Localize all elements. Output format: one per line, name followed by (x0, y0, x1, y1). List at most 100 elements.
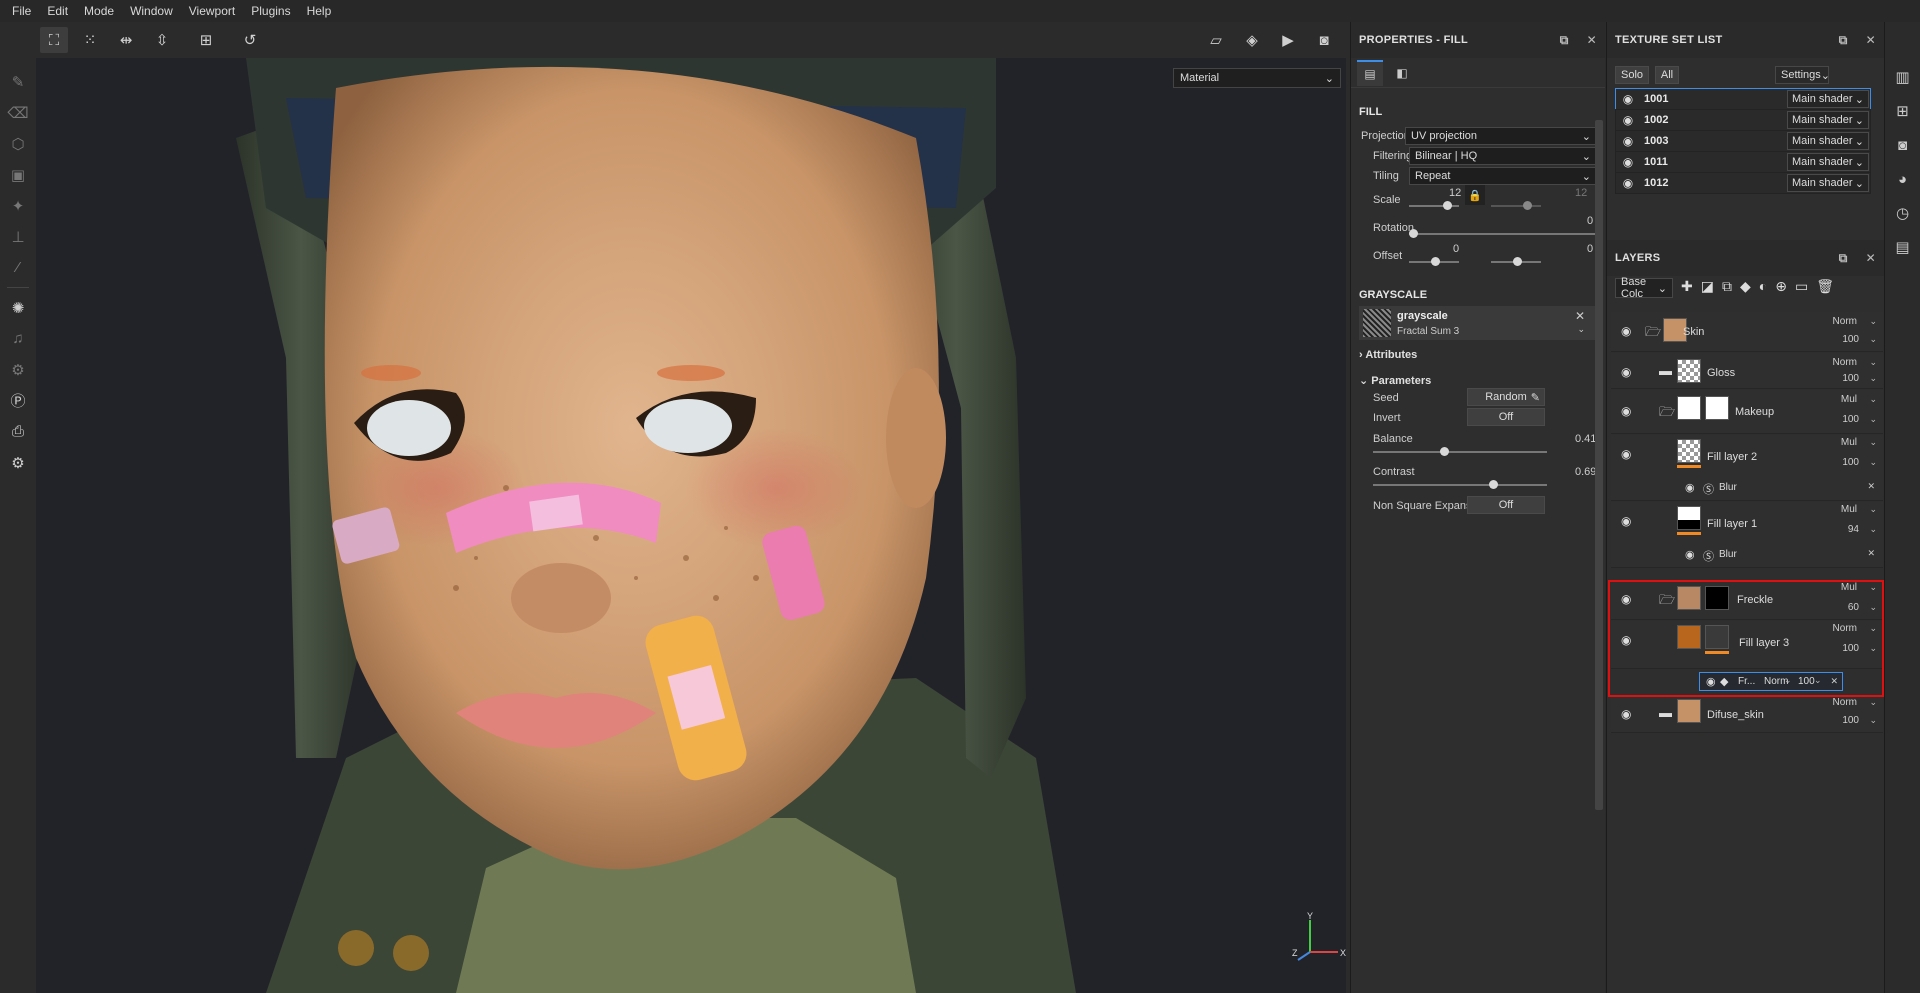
material-mode-select[interactable]: Material ⌄ (1173, 68, 1341, 88)
polygon-fill-icon[interactable]: ▣ (3, 159, 33, 190)
texture-set-row[interactable]: ◉ 1012 Main shader ⌄ (1615, 172, 1871, 194)
tiling-dropdown[interactable]: Repeat ⌄ (1409, 167, 1597, 185)
grayscale-resource[interactable]: grayscale Fractal Sum 3 ✕ ⌄ (1359, 306, 1595, 340)
add-generator-icon[interactable]: ⊕ (1775, 278, 1787, 295)
visibility-icon[interactable]: ◉ (1616, 155, 1640, 169)
folder-open-icon[interactable]: 🗁 (1659, 403, 1675, 425)
effect-visibility-icon[interactable]: ◉ (1685, 481, 1695, 494)
layer-opacity[interactable]: 100 (1842, 373, 1859, 384)
non-square-toggle[interactable]: Off (1467, 496, 1545, 514)
view-2d-icon[interactable]: ▱ (1202, 27, 1230, 53)
undock-icon[interactable]: ⧉ (1560, 33, 1569, 48)
add-effect-icon[interactable]: ✚ (1681, 278, 1693, 295)
layer-opacity[interactable]: 100 (1842, 457, 1859, 468)
layer-row-gloss[interactable]: ◉ ▬ Gloss Norm ⌄ 100 ⌄ (1611, 353, 1883, 389)
shader-settings-icon[interactable]: ◕ (1890, 166, 1916, 192)
chevron-down-icon[interactable]: ⌄ (1869, 357, 1877, 368)
chevron-down-icon[interactable]: ⌄ (1869, 457, 1877, 468)
layer-row-fill-layer-2[interactable]: ◉ Fill layer 2 Mul ⌄ 100 ⌄ ◉ Ⓢ Blur ✕ (1611, 435, 1883, 501)
visibility-icon[interactable]: ◉ (1621, 447, 1631, 461)
menu-window[interactable]: Window (122, 4, 181, 18)
grid-icon[interactable]: ⁙ (76, 27, 104, 53)
parameters-toggle[interactable]: ⌄ Parameters (1359, 374, 1431, 387)
shelf-icon[interactable]: ▥ (1890, 64, 1916, 90)
align-icon[interactable]: ⇳ (148, 27, 176, 53)
attributes-toggle[interactable]: › Attributes (1359, 349, 1417, 361)
texture-set-row[interactable]: ◉ 1002 Main shader ⌄ (1615, 109, 1871, 131)
balance-slider[interactable] (1373, 447, 1547, 456)
layer-blend-mode[interactable]: Mul (1841, 437, 1857, 448)
history-icon[interactable]: ◷ (1890, 200, 1916, 226)
add-mask-icon[interactable]: ◪ (1701, 278, 1714, 295)
layer-opacity[interactable]: 100 (1842, 715, 1859, 726)
clone-stamp-icon[interactable]: ⊥ (3, 221, 33, 252)
add-layer-icon[interactable]: ⧉ (1722, 278, 1732, 295)
bake-icon[interactable]: ✺ (3, 292, 33, 323)
paint-brush-icon[interactable]: ✎ (3, 66, 33, 97)
symmetry-icon[interactable]: ⇹ (112, 27, 140, 53)
visibility-icon[interactable]: ◉ (1621, 514, 1631, 528)
channel-dropdown[interactable]: Base Colc ⌄ (1615, 276, 1673, 300)
delete-layer-icon[interactable]: 🗑 (1816, 278, 1834, 295)
menu-viewport[interactable]: Viewport (181, 4, 243, 18)
seed-random-button[interactable]: Random ✎ (1467, 388, 1545, 406)
chevron-down-icon[interactable]: ⌄ (1869, 524, 1877, 535)
shader-dropdown[interactable]: Main shader ⌄ (1787, 111, 1869, 129)
folder-icon[interactable]: ▬ (1659, 363, 1672, 378)
visibility-icon[interactable]: ◉ (1621, 707, 1631, 721)
menu-help[interactable]: Help (299, 4, 340, 18)
chevron-down-icon[interactable]: ⌄ (1869, 394, 1877, 405)
menu-mode[interactable]: Mode (76, 4, 122, 18)
display-settings-icon[interactable]: ◙ (1890, 132, 1916, 158)
layer-row-difuse-skin[interactable]: ◉ ▬ Difuse_skin Norm ⌄ 100 ⌄ (1611, 695, 1883, 733)
texture-set-row[interactable]: ◉ 1003 Main shader ⌄ (1615, 130, 1871, 152)
layer-row-fill-layer-1[interactable]: ◉ Fill layer 1 Mul ⌄ 94 ⌄ ◉ Ⓢ Blur ✕ (1611, 502, 1883, 568)
texture-set-row[interactable]: ◉ 1011 Main shader ⌄ (1615, 151, 1871, 173)
layer-blend-mode[interactable]: Mul (1841, 394, 1857, 405)
close-icon[interactable]: ✕ (1866, 251, 1876, 266)
3d-viewport[interactable] (36, 58, 1346, 993)
remove-effect-icon[interactable]: ✕ (1867, 548, 1875, 559)
settings-dropdown[interactable]: Settings ⌄ (1775, 66, 1830, 84)
projection-dropdown[interactable]: UV projection ⌄ (1405, 127, 1597, 145)
settings-icon[interactable]: ⚙ (3, 447, 33, 478)
visibility-icon[interactable]: ◉ (1616, 92, 1640, 106)
chevron-down-icon[interactable]: ⌄ (1869, 334, 1877, 345)
menu-edit[interactable]: Edit (39, 4, 76, 18)
solo-button[interactable]: Solo (1615, 66, 1649, 84)
lock-icon[interactable]: 🔒 (1465, 185, 1485, 205)
chevron-down-icon[interactable]: ⌄ (1869, 414, 1877, 425)
visibility-icon[interactable]: ◉ (1616, 113, 1640, 127)
chevron-down-icon[interactable]: ⌄ (1869, 437, 1877, 448)
visibility-icon[interactable]: ◉ (1621, 365, 1631, 379)
smudge-icon[interactable]: ✦ (3, 190, 33, 221)
add-icon[interactable]: ⊞ (192, 27, 220, 53)
layer-row-makeup[interactable]: ◉ 🗁 Makeup Mul ⌄ 100 ⌄ (1611, 390, 1883, 434)
screenshot-icon[interactable]: ◙ (1310, 27, 1338, 53)
menu-file[interactable]: File (4, 4, 39, 18)
remove-effect-icon[interactable]: ✕ (1867, 481, 1875, 492)
menu-plugins[interactable]: Plugins (243, 4, 298, 18)
effect-name[interactable]: Blur (1719, 549, 1737, 560)
contrast-slider[interactable] (1373, 480, 1547, 489)
undock-icon[interactable]: ⧉ (1839, 33, 1848, 48)
bell-icon[interactable]: ♫ (3, 323, 33, 354)
chevron-down-icon[interactable]: ⌄ (1869, 373, 1877, 384)
layer-opacity[interactable]: 100 (1842, 334, 1859, 345)
rotation-slider[interactable] (1409, 229, 1595, 238)
visibility-icon[interactable]: ◉ (1621, 404, 1631, 418)
invert-toggle[interactable]: Off (1467, 408, 1545, 426)
properties-scrollbar[interactable] (1595, 120, 1603, 810)
balance-knob[interactable] (1440, 447, 1450, 456)
remove-icon[interactable]: ✕ (1575, 309, 1585, 323)
tab-material-properties[interactable]: ◧ (1389, 60, 1415, 86)
chevron-down-icon[interactable]: ⌄ (1869, 715, 1877, 726)
layer-blend-mode[interactable]: Norm (1833, 316, 1857, 327)
texture-set-row[interactable]: ◉ 1001 Main shader ⌄ (1615, 88, 1871, 110)
layer-opacity[interactable]: 100 (1842, 414, 1859, 425)
undock-icon[interactable]: ⧉ (1839, 251, 1848, 266)
scale-u-slider[interactable] (1409, 201, 1459, 210)
shader-dropdown[interactable]: Main shader ⌄ (1787, 132, 1869, 150)
filtering-dropdown[interactable]: Bilinear | HQ ⌄ (1409, 147, 1597, 165)
plugin-icon[interactable]: ⚙ (3, 354, 33, 385)
